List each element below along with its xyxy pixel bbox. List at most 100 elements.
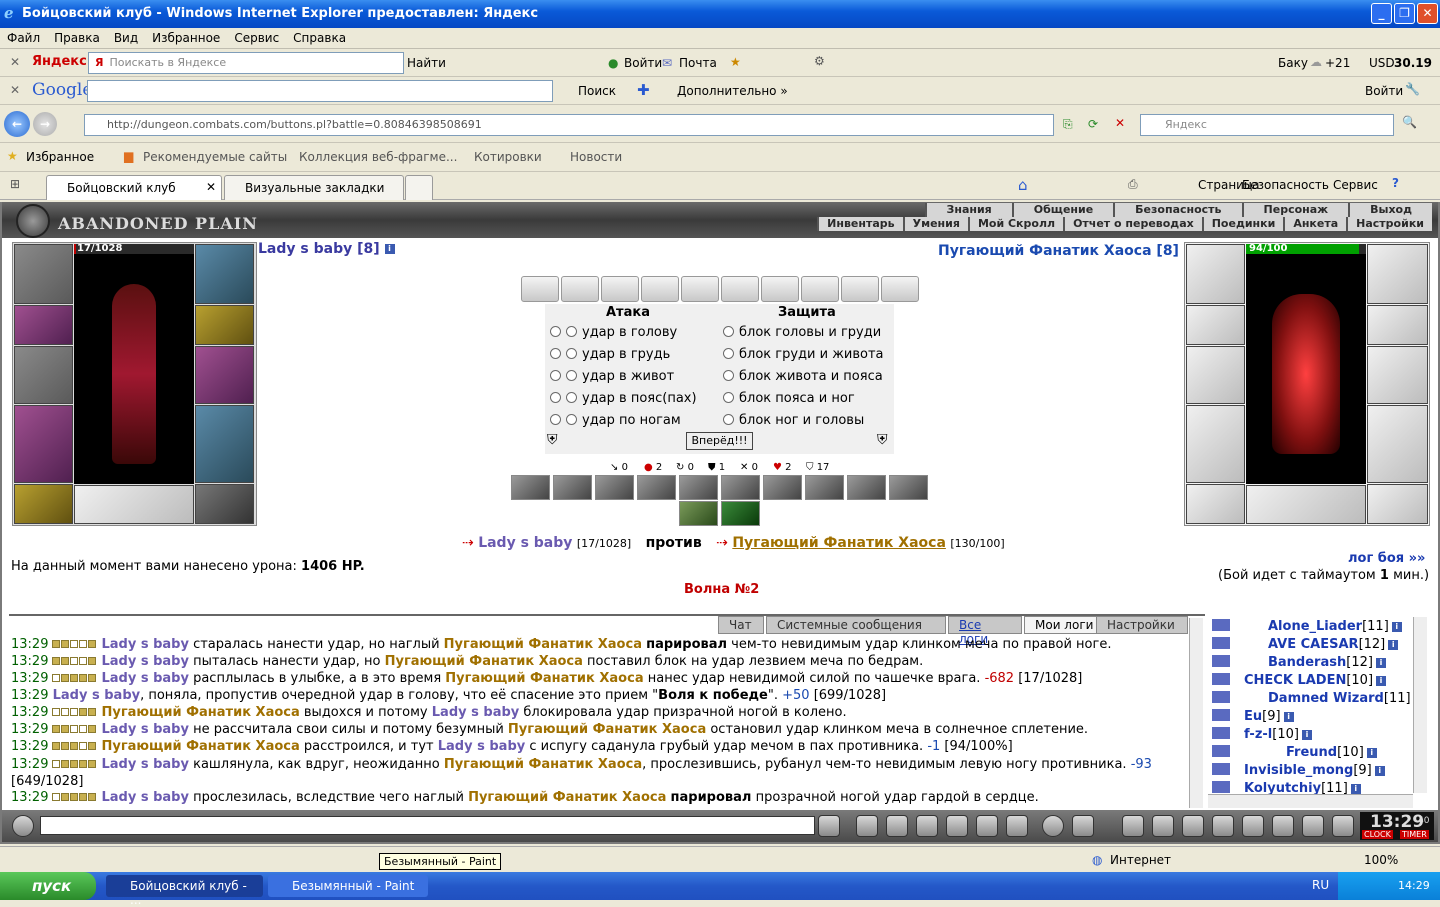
log-enemy-name[interactable]: Пугающий Фанатик Хаоса xyxy=(468,790,666,805)
attack-option-belly[interactable]: удар в живот xyxy=(550,369,674,384)
plus-icon[interactable]: ✚ xyxy=(637,81,650,99)
skill-slot[interactable] xyxy=(805,475,844,500)
skill-slot[interactable] xyxy=(553,475,592,500)
skill-slot[interactable] xyxy=(889,475,928,500)
nav-character[interactable]: Персонаж xyxy=(1241,203,1349,217)
close-google-icon[interactable]: ✕ xyxy=(10,83,20,97)
player-name[interactable]: Lady s baby [8] i xyxy=(258,241,395,257)
user-info-icon[interactable]: i xyxy=(1375,657,1386,668)
google-brand[interactable]: Google xyxy=(32,80,92,100)
scroll-slot[interactable] xyxy=(641,276,679,302)
tab-system-messages[interactable]: Системные сообщения xyxy=(766,616,946,634)
new-tab-button[interactable] xyxy=(405,175,433,200)
forward-attack-button[interactable]: Вперёд!!! xyxy=(686,432,753,450)
chat-tool-icon[interactable] xyxy=(1072,815,1094,837)
log-enemy-name[interactable]: Пугающий Фанатик Хаоса xyxy=(444,637,642,652)
url-input[interactable]: http://dungeon.combats.com/buttons.pl?ba… xyxy=(84,114,1054,136)
skill-slot[interactable] xyxy=(763,475,802,500)
skill-slot[interactable] xyxy=(679,501,718,526)
google-search-button[interactable]: Поиск xyxy=(578,84,616,98)
tab-fight-club[interactable]: Бойцовский клуб ✕ xyxy=(46,175,222,200)
close-toolbar-icon[interactable]: ✕ xyxy=(10,55,20,69)
yandex-search-input[interactable]: Я Поискать в Яндексе xyxy=(88,52,404,74)
nav-skills[interactable]: Умения xyxy=(902,217,968,231)
user-list-item[interactable]: f-z-l[10] i xyxy=(1212,727,1312,742)
quick-tabs-icon[interactable]: ⊞ xyxy=(10,177,20,191)
shield-right-icon[interactable]: ⛨ xyxy=(877,432,888,448)
boots-slot[interactable] xyxy=(195,484,254,524)
chat-avatar-icon[interactable] xyxy=(12,815,34,837)
log-enemy-name[interactable]: Пугающий Фанатик Хаоса xyxy=(385,654,583,669)
yandex-brand[interactable]: Яндекс xyxy=(32,54,87,69)
back-icon[interactable]: ← xyxy=(4,111,30,137)
nav-scroll[interactable]: Мой Скролл xyxy=(967,217,1063,231)
tab-chat[interactable]: Чат xyxy=(718,616,764,634)
scroll-slot[interactable] xyxy=(801,276,839,302)
log-player-name[interactable]: Lady s baby xyxy=(432,705,519,720)
settings-gear-icon[interactable]: ⚙ xyxy=(814,54,825,68)
log-player-name[interactable]: Lady s baby xyxy=(101,637,188,652)
user-info-icon[interactable]: i xyxy=(1388,639,1399,650)
chat-tool-icon[interactable] xyxy=(1212,815,1234,837)
attack-option-groin[interactable]: удар в пояс(пах) xyxy=(550,391,697,406)
menu-favorites[interactable]: Избранное xyxy=(145,28,227,48)
tab-all-logs[interactable]: Все логи xyxy=(948,616,1022,646)
scroll-slot[interactable] xyxy=(841,276,879,302)
skill-slot[interactable] xyxy=(721,501,760,526)
nav-communication[interactable]: Общение xyxy=(1011,203,1113,217)
skill-slot[interactable] xyxy=(721,475,760,500)
attack-option-chest[interactable]: удар в грудь xyxy=(550,347,670,362)
ring-slots[interactable] xyxy=(74,485,194,524)
smile-icon[interactable] xyxy=(1042,815,1064,837)
defense-option-legs-head[interactable]: блок ног и головы xyxy=(723,413,864,428)
user-list-item[interactable]: Alone_Liader[11] i xyxy=(1212,619,1402,634)
google-login-button[interactable]: Войти xyxy=(1365,84,1403,98)
battle-log-link[interactable]: лог боя »» xyxy=(1348,551,1425,566)
user-list-item[interactable]: CHECK LADEN[10] i xyxy=(1212,673,1387,688)
close-button[interactable]: ✕ xyxy=(1417,3,1438,24)
chat-input[interactable] xyxy=(40,816,815,835)
user-name[interactable]: Damned Wizard xyxy=(1268,691,1384,706)
user-name[interactable]: Invisible_mong xyxy=(1244,763,1353,778)
user-list-item[interactable]: Damned Wizard[11]i xyxy=(1212,691,1424,706)
user-list-item[interactable]: AVE CAESAR[12] i xyxy=(1212,637,1399,652)
menu-tools[interactable]: Сервис xyxy=(227,28,286,48)
help-icon[interactable]: ? xyxy=(1392,176,1399,190)
google-search-input[interactable] xyxy=(87,80,553,102)
scroll-slot[interactable] xyxy=(601,276,639,302)
minimize-button[interactable]: _ xyxy=(1371,3,1392,24)
belt-slot[interactable] xyxy=(14,484,73,524)
versus-enemy[interactable]: Пугающий Фанатик Хаоса xyxy=(732,535,946,551)
user-info-icon[interactable]: i xyxy=(1374,765,1385,776)
versus-player[interactable]: Lady s baby xyxy=(478,535,572,551)
log-player-name[interactable]: Lady s baby xyxy=(101,722,188,737)
maximize-button[interactable]: ❐ xyxy=(1394,3,1415,24)
nav-inventory[interactable]: Инвентарь xyxy=(817,217,902,231)
menu-help[interactable]: Справка xyxy=(286,28,353,48)
log-enemy-name[interactable]: Пугающий Фанатик Хаоса xyxy=(445,671,643,686)
enemy-name[interactable]: Пугающий Фанатик Хаоса [8] i xyxy=(938,243,1194,259)
user-name[interactable]: Banderash xyxy=(1268,655,1346,670)
bookmark-icon[interactable]: ★ xyxy=(730,55,741,69)
scroll-slot[interactable] xyxy=(681,276,719,302)
nav-settings[interactable]: Настройки xyxy=(1346,217,1432,231)
defense-option-belly-belt[interactable]: блок живота и пояса xyxy=(723,369,883,384)
search-icon[interactable]: 🔍 xyxy=(1402,115,1417,129)
attack-option-head[interactable]: удар в голову xyxy=(550,325,677,340)
close-tab-icon[interactable]: ✕ xyxy=(206,180,216,194)
log-enemy-name[interactable]: Пугающий Фанатик Хаоса xyxy=(101,705,299,720)
amulet-slot[interactable] xyxy=(195,244,254,304)
nav-battles[interactable]: Поединки xyxy=(1201,217,1284,231)
print-icon[interactable]: ⎙ xyxy=(1128,177,1138,192)
log-player-name[interactable]: Lady s baby xyxy=(53,688,140,703)
yandex-find-button[interactable]: Найти xyxy=(407,56,446,70)
user-name[interactable]: Freund xyxy=(1286,745,1337,760)
user-info-icon[interactable]: i xyxy=(1301,729,1312,740)
user-name[interactable]: AVE CAESAR xyxy=(1268,637,1359,652)
scroll-slot[interactable] xyxy=(881,276,919,302)
log-enemy-name[interactable]: Пугающий Фанатик Хаоса xyxy=(508,722,706,737)
forward-icon[interactable]: → xyxy=(33,112,57,136)
menu-view[interactable]: Вид xyxy=(107,28,145,48)
chat-tool-icon[interactable] xyxy=(946,815,968,837)
user-list-item[interactable]: Freund[10] i xyxy=(1212,745,1377,760)
